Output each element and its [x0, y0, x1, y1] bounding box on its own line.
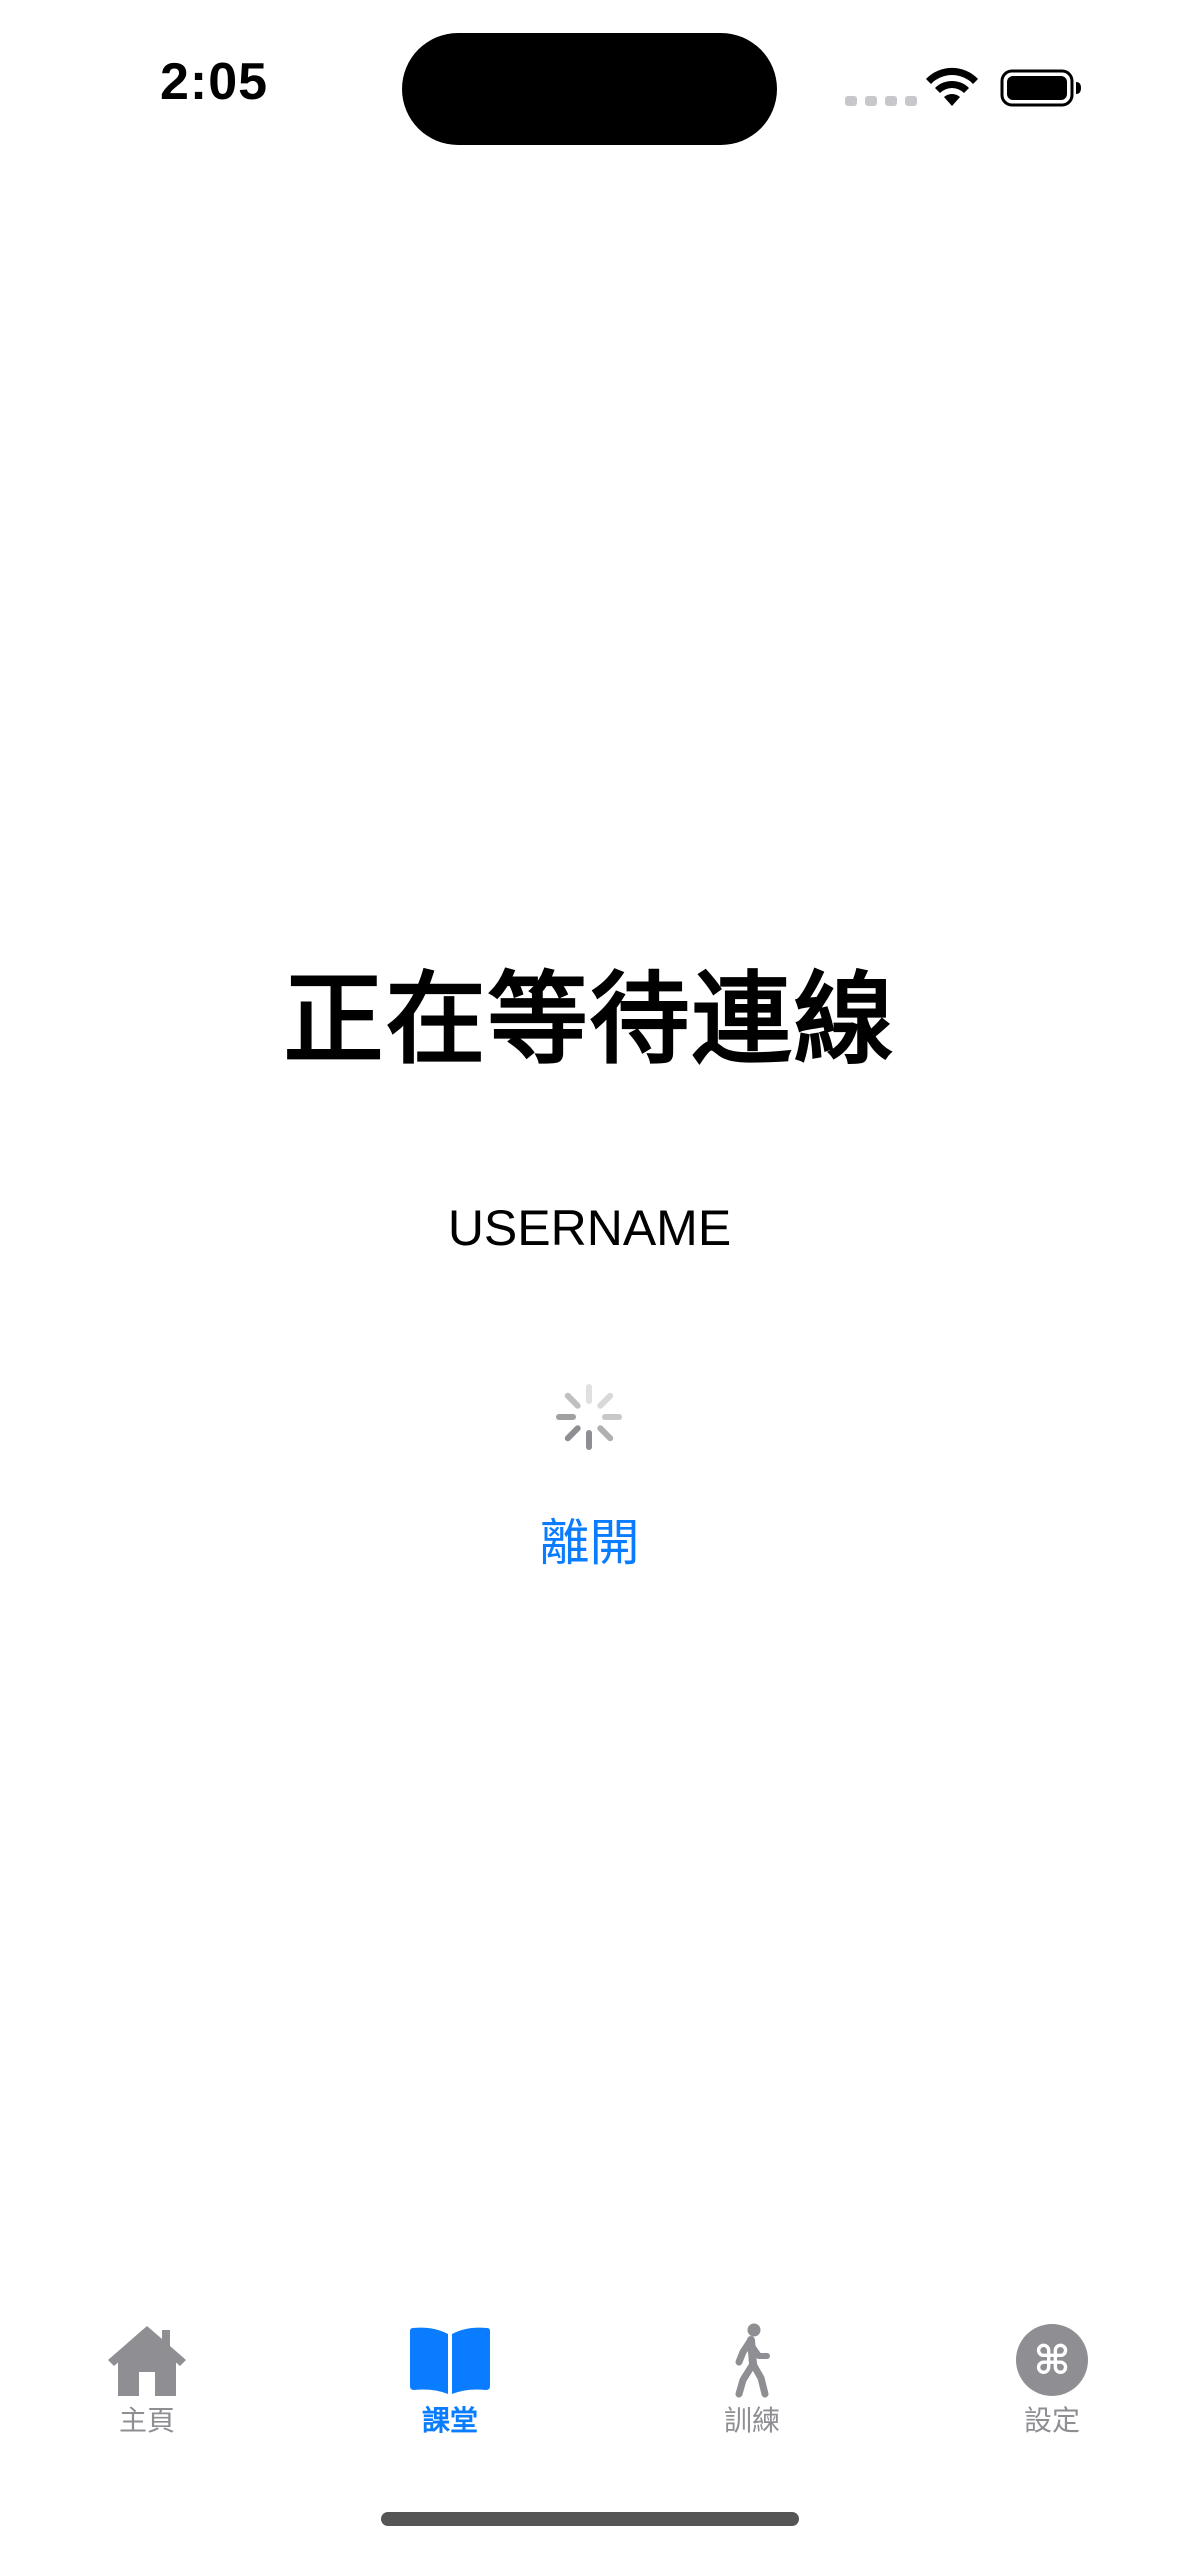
- leave-button[interactable]: 離開: [0, 1508, 1179, 1578]
- tab-label-training: 訓練: [723, 2404, 780, 2437]
- tab-label-home: 主頁: [118, 2404, 175, 2437]
- loading-spinner-icon: [556, 1384, 622, 1450]
- svg-text:⌘: ⌘: [1033, 2338, 1070, 2384]
- tab-training[interactable]: 訓練: [652, 2310, 852, 2460]
- book-icon: [410, 2327, 490, 2394]
- page-title: 正在等待連線: [283, 961, 896, 1078]
- cellular-signal-icon: [845, 96, 917, 106]
- tab-label-settings: 設定: [1023, 2404, 1080, 2437]
- command-icon: ⌘: [1016, 2324, 1088, 2396]
- status-time: 2:05: [160, 53, 269, 111]
- walking-figure-icon: [735, 2323, 770, 2398]
- tab-home[interactable]: 主頁: [47, 2310, 247, 2460]
- dynamic-island: [402, 33, 777, 145]
- tab-bar: 主頁 課堂 訓練 ⌘ 設定: [0, 2310, 1179, 2460]
- house-icon: [108, 2326, 186, 2396]
- tab-label-classroom: 課堂: [421, 2404, 478, 2437]
- wifi-icon: [926, 67, 978, 106]
- tab-classroom[interactable]: 課堂: [350, 2310, 550, 2460]
- home-indicator: [381, 2512, 799, 2526]
- battery-icon: [1000, 69, 1081, 107]
- username-label: USERNAME: [447, 1200, 732, 1256]
- tab-settings[interactable]: ⌘ 設定: [952, 2310, 1152, 2460]
